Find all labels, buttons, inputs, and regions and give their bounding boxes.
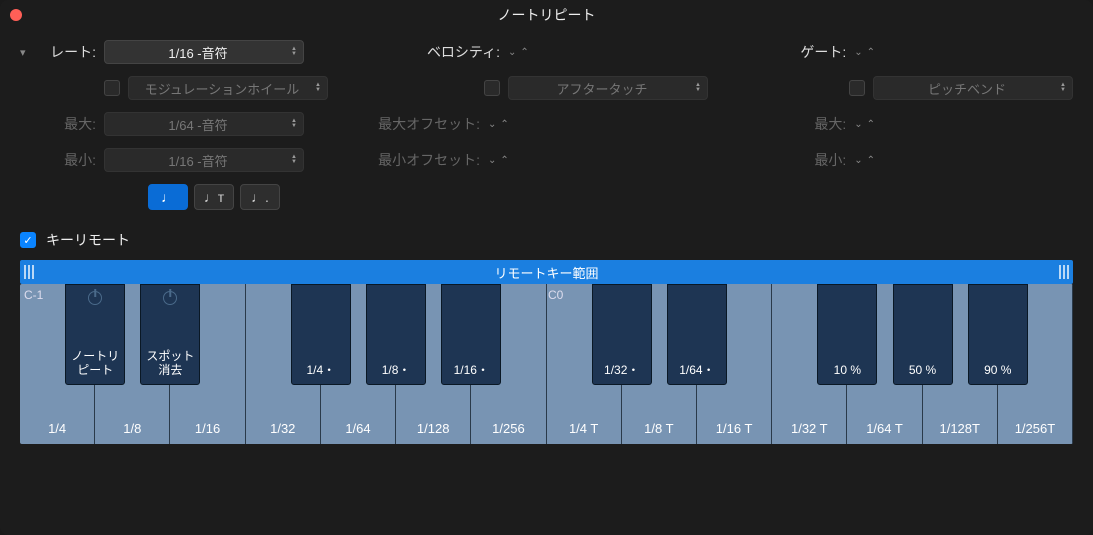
pitchbend-checkbox[interactable] <box>849 80 865 96</box>
gate-stepper[interactable]: ⌄⌃ <box>854 47 875 58</box>
black-key-label: 1/32・ <box>604 363 639 377</box>
rate-min-select[interactable]: 1/16 -音符 ▲▼ <box>104 148 304 172</box>
power-icon <box>88 291 102 305</box>
gate-label: ゲート: <box>800 42 846 62</box>
black-key[interactable]: 10 % <box>817 284 877 385</box>
aftertouch-select[interactable]: アフタータッチ ▲▼ <box>508 76 708 100</box>
rate-select[interactable]: 1/16 -音符 ▲▼ <box>104 40 304 64</box>
black-key-label: 50 % <box>909 363 936 377</box>
controls-area: ▾ レート: 1/16 -音符 ▲▼ ベロシティ: ⌄⌃ ゲート: ⌄⌃ モジュ… <box>0 30 1093 230</box>
gate-max-label: 最大: <box>814 114 846 134</box>
velocity-label: ベロシティ: <box>380 42 500 62</box>
rate-max-value: 1/64 -音符 <box>168 115 227 134</box>
velocity-min-offset-stepper[interactable]: ⌄⌃ <box>488 155 509 166</box>
modwheel-value: モジュレーションホイール <box>145 79 300 98</box>
aftertouch-value: アフタータッチ <box>556 79 647 98</box>
aftertouch-checkbox[interactable] <box>484 80 500 96</box>
gate-min-label: 最小: <box>814 150 846 170</box>
range-handle-left[interactable] <box>24 265 34 279</box>
modwheel-select[interactable]: モジュレーションホイール ▲▼ <box>128 76 328 100</box>
close-button[interactable] <box>10 9 22 21</box>
note-triplet-button[interactable]: ♩ᴛ <box>194 184 234 210</box>
select-arrows-icon: ▲▼ <box>1060 83 1066 93</box>
black-key[interactable]: 50 % <box>893 284 953 385</box>
black-key[interactable]: 1/16・ <box>441 284 501 385</box>
select-arrows-icon: ▲▼ <box>291 47 297 57</box>
black-key-label: 90 % <box>984 363 1011 377</box>
note-repeat-window: ノートリピート ▾ レート: 1/16 -音符 ▲▼ ベロシティ: ⌄⌃ ゲート… <box>0 0 1093 535</box>
remote-key-range-bar[interactable]: リモートキー範囲 <box>20 260 1073 284</box>
black-key[interactable]: 1/32・ <box>592 284 652 385</box>
black-key[interactable]: スポット消去 <box>140 284 200 385</box>
black-key-label: 1/64・ <box>679 363 714 377</box>
power-icon <box>163 291 177 305</box>
velocity-max-offset-stepper[interactable]: ⌄⌃ <box>488 119 509 130</box>
note-dotted-button[interactable]: ♩. <box>240 184 280 210</box>
black-key[interactable]: 1/4・ <box>291 284 351 385</box>
velocity-min-offset-label: 最小オフセット: <box>360 150 480 170</box>
key-remote-checkbox[interactable]: ✓ <box>20 232 36 248</box>
rate-value: 1/16 -音符 <box>168 43 227 62</box>
black-key-label: 1/8・ <box>382 363 411 377</box>
key-remote-label: キーリモート <box>46 230 130 250</box>
range-handle-right[interactable] <box>1059 265 1069 279</box>
pitchbend-select[interactable]: ピッチベンド ▲▼ <box>873 76 1073 100</box>
velocity-stepper[interactable]: ⌄⌃ <box>508 47 529 58</box>
rate-max-select[interactable]: 1/64 -音符 ▲▼ <box>104 112 304 136</box>
gate-max-stepper[interactable]: ⌄⌃ <box>854 119 875 130</box>
rate-max-label: 最大: <box>44 114 96 134</box>
range-label: リモートキー範囲 <box>494 263 598 282</box>
black-key[interactable]: ノートリピート <box>65 284 125 385</box>
select-arrows-icon: ▲▼ <box>695 83 701 93</box>
velocity-max-offset-label: 最大オフセット: <box>360 114 480 134</box>
rate-min-value: 1/16 -音符 <box>168 151 227 170</box>
gate-min-stepper[interactable]: ⌄⌃ <box>854 155 875 166</box>
window-title: ノートリピート <box>498 5 596 25</box>
black-key-label: 10 % <box>834 363 861 377</box>
select-arrows-icon: ▲▼ <box>291 119 297 129</box>
black-key-label: ノートリピート <box>71 349 119 378</box>
black-key-label: スポット消去 <box>146 349 194 378</box>
titlebar: ノートリピート <box>0 0 1093 30</box>
rate-min-label: 最小: <box>44 150 96 170</box>
rate-label: レート: <box>44 42 96 62</box>
disclosure-toggle[interactable]: ▾ <box>20 46 36 59</box>
black-key-label: 1/16・ <box>454 363 489 377</box>
black-key[interactable]: 1/8・ <box>366 284 426 385</box>
black-key-label: 1/4・ <box>307 363 336 377</box>
black-key[interactable]: 1/64・ <box>667 284 727 385</box>
note-plain-button[interactable]: ♩ <box>148 184 188 210</box>
pitchbend-value: ピッチベンド <box>928 79 1006 98</box>
modwheel-checkbox[interactable] <box>104 80 120 96</box>
key-remote-section: ✓ キーリモート リモートキー範囲 1/41/81/161/321/641/12… <box>0 230 1093 464</box>
black-key[interactable]: 90 % <box>968 284 1028 385</box>
select-arrows-icon: ▲▼ <box>315 83 321 93</box>
keyboard: 1/41/81/161/321/641/1281/2561/4 T1/8 T1/… <box>20 284 1073 444</box>
select-arrows-icon: ▲▼ <box>291 155 297 165</box>
